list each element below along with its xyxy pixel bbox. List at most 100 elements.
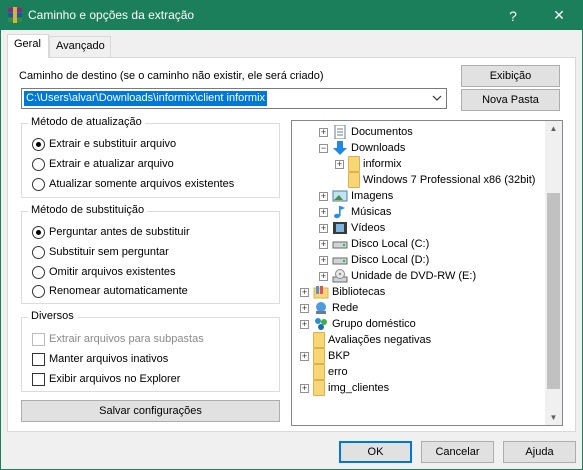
tree-item-label: Rede xyxy=(332,302,359,314)
folder-icon xyxy=(313,332,325,348)
tree-item-videos[interactable]: + Vídeos xyxy=(319,220,385,236)
checkbox-label: Exibir arquivos no Explorer xyxy=(49,373,181,385)
tree-item-windows7[interactable]: Windows 7 Professional x86 (32bit) xyxy=(335,172,535,188)
window-title: Caminho e opções da extração xyxy=(28,8,195,22)
collapse-icon[interactable]: − xyxy=(319,143,328,153)
destination-path-value[interactable]: C:\Users\alvar\Downloads\informix\client… xyxy=(24,91,268,106)
checkbox-extract-subfolders: Extrair arquivos para subpastas xyxy=(32,332,204,346)
expand-icon[interactable]: + xyxy=(319,207,328,217)
tree-item-documentos[interactable]: + Documentos xyxy=(319,124,413,140)
radio-rename-auto[interactable]: Renomear automaticamente xyxy=(32,284,188,298)
folder-icon xyxy=(313,380,325,396)
tree-item-label: Downloads xyxy=(351,142,406,154)
expand-icon[interactable]: + xyxy=(319,127,328,137)
radio-extract-update[interactable]: Extrair e atualizar arquivo xyxy=(32,157,174,171)
expand-icon[interactable]: + xyxy=(319,191,328,201)
expand-icon[interactable]: + xyxy=(319,255,328,265)
radio-label: Extrair e atualizar arquivo xyxy=(49,158,174,170)
new-folder-button[interactable]: Nova Pasta xyxy=(461,89,560,111)
drive-icon xyxy=(332,257,348,265)
help-title-button[interactable]: ? xyxy=(490,1,536,30)
save-settings-button[interactable]: Salvar configurações xyxy=(21,400,280,422)
network-icon xyxy=(316,302,326,314)
tree-item-informix[interactable]: + informix xyxy=(335,156,402,172)
radio-label: Renomear automaticamente xyxy=(49,285,188,297)
homegroup-icon xyxy=(315,318,327,330)
tree-item-disco-c[interactable]: + Disco Local (C:) xyxy=(319,236,429,252)
tree-item-bibliotecas[interactable]: + Bibliotecas xyxy=(300,284,385,300)
view-button[interactable]: Exibição xyxy=(461,65,560,87)
scroll-down-icon[interactable]: ▼ xyxy=(549,413,558,422)
checkbox[interactable] xyxy=(32,352,45,366)
tree-item-downloads[interactable]: − Downloads xyxy=(319,140,405,156)
tree-item-erro[interactable]: erro xyxy=(300,364,348,380)
tab-geral-label: Geral xyxy=(14,38,41,50)
tree-item-musicas[interactable]: + Músicas xyxy=(319,204,391,220)
scroll-up-icon[interactable]: ▲ xyxy=(549,124,558,133)
close-button[interactable]: ✕ xyxy=(536,1,582,30)
videos-icon xyxy=(333,222,347,234)
tree-item-label: Músicas xyxy=(351,206,392,218)
radio-overwrite-without-asking[interactable]: Substituir sem perguntar xyxy=(32,245,169,259)
expand-icon[interactable]: + xyxy=(300,383,309,393)
expand-icon[interactable]: + xyxy=(300,287,309,297)
expand-icon[interactable]: + xyxy=(300,351,309,361)
misc-group: Diversos Extrair arquivos para subpastas… xyxy=(21,310,280,392)
radio-extract-replace[interactable]: Extrair e substituir arquivo xyxy=(32,137,176,151)
tree-item-disco-d[interactable]: + Disco Local (D:) xyxy=(319,252,429,268)
tree-item-bkp[interactable]: + BKP xyxy=(300,348,350,364)
tree-item-img-clientes[interactable]: + img_clientes xyxy=(300,380,389,396)
tree-item-avaliacoes[interactable]: Avaliações negativas xyxy=(300,332,431,348)
tree-item-label: Vídeos xyxy=(351,222,386,234)
save-settings-label: Salvar configurações xyxy=(99,405,202,417)
scrollbar-thumb[interactable] xyxy=(547,193,560,389)
expand-icon[interactable]: + xyxy=(335,159,344,169)
radio-button[interactable] xyxy=(32,284,45,298)
cancel-button[interactable]: Cancelar xyxy=(421,441,494,463)
radio-label: Perguntar antes de substituir xyxy=(49,226,190,238)
downloads-icon xyxy=(333,141,347,155)
radio-button[interactable] xyxy=(32,157,45,171)
expand-icon[interactable]: + xyxy=(319,239,328,249)
radio-button-checked[interactable] xyxy=(32,137,45,151)
tree-item-label: Imagens xyxy=(351,190,394,202)
expand-icon[interactable]: + xyxy=(319,223,328,233)
title-bar[interactable]: Caminho e opções da extração ? ✕ xyxy=(1,1,582,30)
tree-item-rede[interactable]: + Rede xyxy=(300,300,358,316)
checkbox-label: Manter arquivos inativos xyxy=(49,353,169,365)
destination-path-combo[interactable]: C:\Users\alvar\Downloads\informix\client… xyxy=(21,88,447,109)
tree-scrollbar[interactable]: ▲ ▼ xyxy=(545,121,562,425)
help-button[interactable]: Ajuda xyxy=(503,441,576,463)
radio-skip-existing[interactable]: Omitir arquivos existentes xyxy=(32,265,176,279)
radio-button[interactable] xyxy=(32,245,45,259)
tree-item-dvd[interactable]: + Unidade de DVD-RW (E:) xyxy=(319,268,476,284)
folder-icon xyxy=(313,364,325,380)
tab-avancado[interactable]: Avançado xyxy=(49,36,111,58)
tree-item-label: BKP xyxy=(328,350,351,362)
close-icon: ✕ xyxy=(553,7,565,23)
music-icon xyxy=(334,206,345,219)
tab-geral[interactable]: Geral xyxy=(7,34,49,58)
tree-item-label: Disco Local (C:) xyxy=(351,238,430,250)
radio-button[interactable] xyxy=(32,177,45,191)
extraction-dialog: Caminho e opções da extração ? ✕ Geral A… xyxy=(0,0,583,470)
radio-button-checked[interactable] xyxy=(32,225,45,239)
expand-icon[interactable]: + xyxy=(300,303,309,313)
checkbox-show-in-explorer[interactable]: Exibir arquivos no Explorer xyxy=(32,372,180,386)
expand-icon[interactable]: + xyxy=(300,319,309,329)
help-icon: ? xyxy=(509,7,517,24)
checkbox-keep-broken[interactable]: Manter arquivos inativos xyxy=(32,352,168,366)
ok-button[interactable]: OK xyxy=(339,441,412,463)
radio-update-existing[interactable]: Atualizar somente arquivos existentes xyxy=(32,177,234,191)
folder-tree[interactable]: + Documentos − Downloads + informix Wind… xyxy=(291,120,563,426)
tree-item-imagens[interactable]: + Imagens xyxy=(319,188,393,204)
radio-ask-before[interactable]: Perguntar antes de substituir xyxy=(32,225,190,239)
tree-item-grupo-domestico[interactable]: + Grupo doméstico xyxy=(300,316,416,332)
chevron-down-icon[interactable] xyxy=(432,93,442,103)
expand-icon[interactable]: + xyxy=(319,271,328,281)
checkbox[interactable] xyxy=(32,372,45,386)
radio-button[interactable] xyxy=(32,265,45,279)
radio-label: Extrair e substituir arquivo xyxy=(49,138,177,150)
help-button-label: Ajuda xyxy=(525,446,554,458)
winrar-app-icon xyxy=(8,7,22,23)
